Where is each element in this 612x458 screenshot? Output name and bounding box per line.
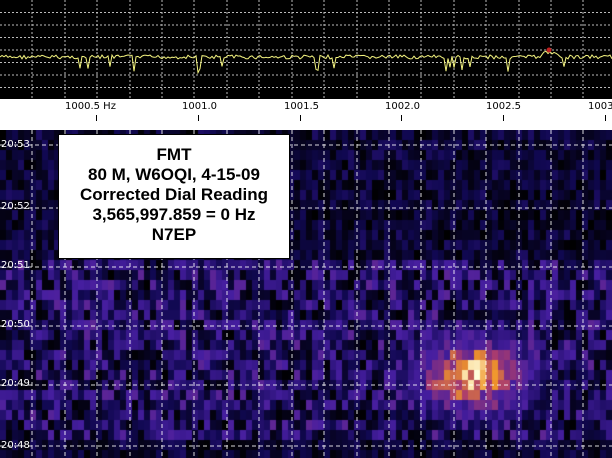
frequency-tick-label: 1001.5 xyxy=(284,101,319,112)
annotation-line: FMT xyxy=(156,145,192,164)
annotation-box: FMT 80 M, W6OQI, 4-15-09 Corrected Dial … xyxy=(58,134,290,259)
time-label: 20:53 xyxy=(1,139,30,150)
spectrum-grid xyxy=(0,0,612,100)
time-label: 20:51 xyxy=(1,260,30,271)
frequency-tick-label: 1002.0 xyxy=(385,101,420,112)
annotation-line: Corrected Dial Reading xyxy=(80,185,268,204)
frequency-tick-mark xyxy=(605,115,606,121)
frequency-tick-label: 1001.0 xyxy=(182,101,217,112)
annotation-line: N7EP xyxy=(151,225,197,244)
frequency-tick-mark xyxy=(198,115,199,121)
peak-marker xyxy=(546,47,552,53)
annotation-line: 80 M, W6OQI, 4-15-09 xyxy=(88,165,260,184)
time-label: 20:48 xyxy=(1,440,30,451)
annotation-line: 3,565,997.859 = 0 Hz xyxy=(92,205,256,224)
frequency-axis-unit-label: 1000.5 Hz xyxy=(65,101,116,112)
time-label: 20:50 xyxy=(1,319,30,330)
frequency-tick-label: 1003 xyxy=(588,101,612,112)
frequency-tick-label: 1002.5 xyxy=(486,101,521,112)
time-label: 20:52 xyxy=(1,201,30,212)
frequency-tick-mark xyxy=(503,115,504,121)
time-label: 20:49 xyxy=(1,378,30,389)
frequency-tick-mark xyxy=(300,115,301,121)
frequency-axis: 1000.5 Hz 1001.0 1001.5 1002.0 1002.5 10… xyxy=(0,100,612,130)
frequency-tick-mark xyxy=(401,115,402,121)
frequency-tick-mark xyxy=(96,115,97,121)
spectrum-panel xyxy=(0,0,612,100)
